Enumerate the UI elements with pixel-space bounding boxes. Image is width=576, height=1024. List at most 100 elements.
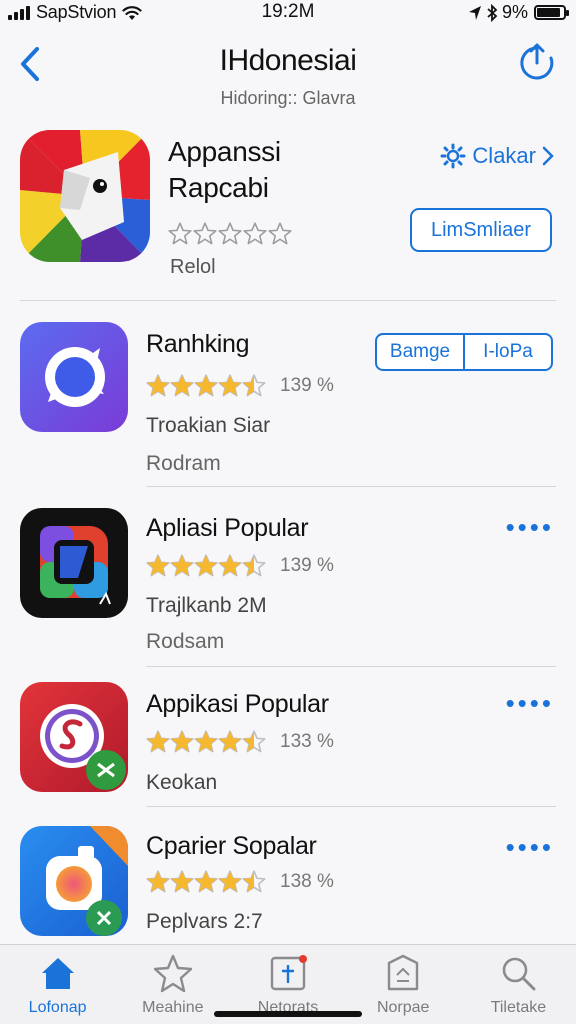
rating-stars — [146, 554, 266, 578]
star-icon — [170, 554, 194, 577]
divider — [146, 806, 556, 807]
rating-line: 133 % — [146, 730, 334, 754]
app-row-3[interactable]: Appikasi Popular 133 % Keokan •••• — [0, 682, 576, 802]
star-icon — [218, 222, 242, 245]
star-icon — [218, 730, 242, 753]
app-row-2[interactable]: Apliasi Popular 139 % Trajlkanb 2M Rodsa… — [0, 508, 576, 658]
tab-home[interactable]: Lofonap — [0, 945, 115, 1024]
app-title: Appikasi Popular — [146, 690, 329, 718]
divider — [20, 300, 556, 301]
star-icon — [146, 554, 170, 577]
star-icon — [146, 374, 170, 397]
star-icon — [194, 554, 218, 577]
tab-featured[interactable]: Meahine — [115, 945, 230, 1024]
segment-left[interactable]: Bamge — [377, 335, 463, 369]
rating-count: 133 % — [280, 731, 334, 752]
app-detail-line: Trajlkanb 2M — [146, 594, 267, 617]
tab-label: Tiletake — [490, 999, 547, 1016]
star-icon — [242, 554, 266, 577]
app-detail-line: Peplvars 2:7 — [146, 910, 263, 933]
app-title: Cparier Sopalar — [146, 832, 317, 860]
home-icon — [41, 958, 74, 989]
tab-label: Lofonap — [28, 999, 87, 1016]
share-button[interactable] — [516, 42, 558, 84]
more-button[interactable]: •••• — [506, 690, 554, 716]
app-row-4[interactable]: Cparier Sopalar 138 % Peplvars 2:7 •••• — [0, 826, 576, 940]
status-right: 9% — [468, 2, 569, 23]
clakar-label: Clakar — [472, 143, 536, 168]
divider — [146, 486, 556, 487]
rating-count: 138 % — [280, 871, 334, 892]
location-icon — [468, 5, 481, 20]
app-icon-apliasi[interactable] — [20, 508, 128, 618]
search-icon — [503, 957, 536, 991]
page-title: IHdonesiai — [219, 44, 357, 77]
tab-search[interactable]: Tiletake — [461, 945, 576, 1024]
rating-stars — [146, 374, 266, 398]
star-icon — [242, 374, 266, 397]
star-icon — [194, 870, 218, 893]
app-detail-line-2: Rodsam — [146, 630, 225, 653]
app-detail-line: Troakian Siar — [146, 414, 271, 437]
featured-rating-stars — [168, 222, 292, 246]
featured-subtitle: Relol — [170, 256, 216, 278]
star-icon — [170, 374, 194, 397]
app-detail-line: Keokan — [146, 771, 218, 794]
featured-title-line2: Rapcabi — [168, 172, 269, 203]
battery-icon — [534, 5, 569, 20]
app-row-1[interactable]: Ranhking 139 % Troakian Siar Rodram Bamg… — [0, 322, 576, 482]
document-icon — [388, 954, 419, 991]
star-icon — [268, 222, 292, 245]
clakar-link[interactable]: Clakar — [440, 143, 554, 169]
notification-icon — [270, 955, 307, 991]
bluetooth-icon — [487, 3, 498, 22]
more-button[interactable]: •••• — [506, 514, 554, 540]
featured-action-button[interactable]: LimSmliaer — [410, 208, 552, 252]
star-icon — [170, 870, 194, 893]
more-button[interactable]: •••• — [506, 834, 554, 860]
battery-percent: 9% — [501, 2, 528, 22]
tab-documents[interactable]: Norpae — [346, 945, 461, 1024]
star-icon — [242, 870, 266, 893]
star-icon — [146, 730, 170, 753]
star-icon — [218, 374, 242, 397]
app-icon-appikasi[interactable] — [20, 682, 128, 792]
rating-stars — [146, 870, 266, 894]
star-icon — [243, 222, 267, 245]
star-icon — [168, 222, 192, 245]
chevron-right-icon — [542, 146, 554, 166]
app-detail-line-2: Rodram — [146, 452, 221, 475]
status-bar: SapStvion 19:2M 9% — [0, 0, 576, 26]
tab-label: Meahine — [142, 999, 204, 1016]
star-icon — [146, 870, 170, 893]
rating-count: 139 % — [280, 375, 334, 396]
gear-icon — [440, 143, 466, 169]
featured-app-icon[interactable] — [20, 130, 150, 262]
page-subtitle: Hidoring:: Glavra — [220, 88, 356, 108]
segmented-control: Bamge I-loPa — [375, 333, 553, 371]
app-icon-ranking[interactable] — [20, 322, 128, 432]
divider — [146, 666, 556, 667]
segment-right[interactable]: I-loPa — [463, 335, 551, 369]
star-icon — [242, 730, 266, 753]
featured-title-line1: Appanssi — [168, 136, 281, 167]
rating-stars — [146, 730, 266, 754]
home-indicator — [214, 1011, 362, 1017]
star-icon — [193, 222, 217, 245]
star-icon — [170, 730, 194, 753]
star-icon — [218, 554, 242, 577]
featured-title: Appanssi Rapcabi — [168, 134, 281, 206]
tab-label: Norpae — [376, 999, 430, 1016]
app-icon-cparier[interactable] — [20, 826, 128, 936]
rating-count: 139 % — [280, 555, 334, 576]
rating-line: 139 % — [146, 554, 334, 578]
star-icon — [218, 870, 242, 893]
star-icon — [194, 730, 218, 753]
star-icon — [153, 954, 192, 993]
battery-fill — [537, 8, 561, 17]
rating-line: 139 % — [146, 374, 334, 398]
app-title: Ranhking — [146, 330, 250, 358]
app-title: Apliasi Popular — [146, 514, 309, 542]
rating-line: 138 % — [146, 870, 334, 894]
star-icon — [194, 374, 218, 397]
